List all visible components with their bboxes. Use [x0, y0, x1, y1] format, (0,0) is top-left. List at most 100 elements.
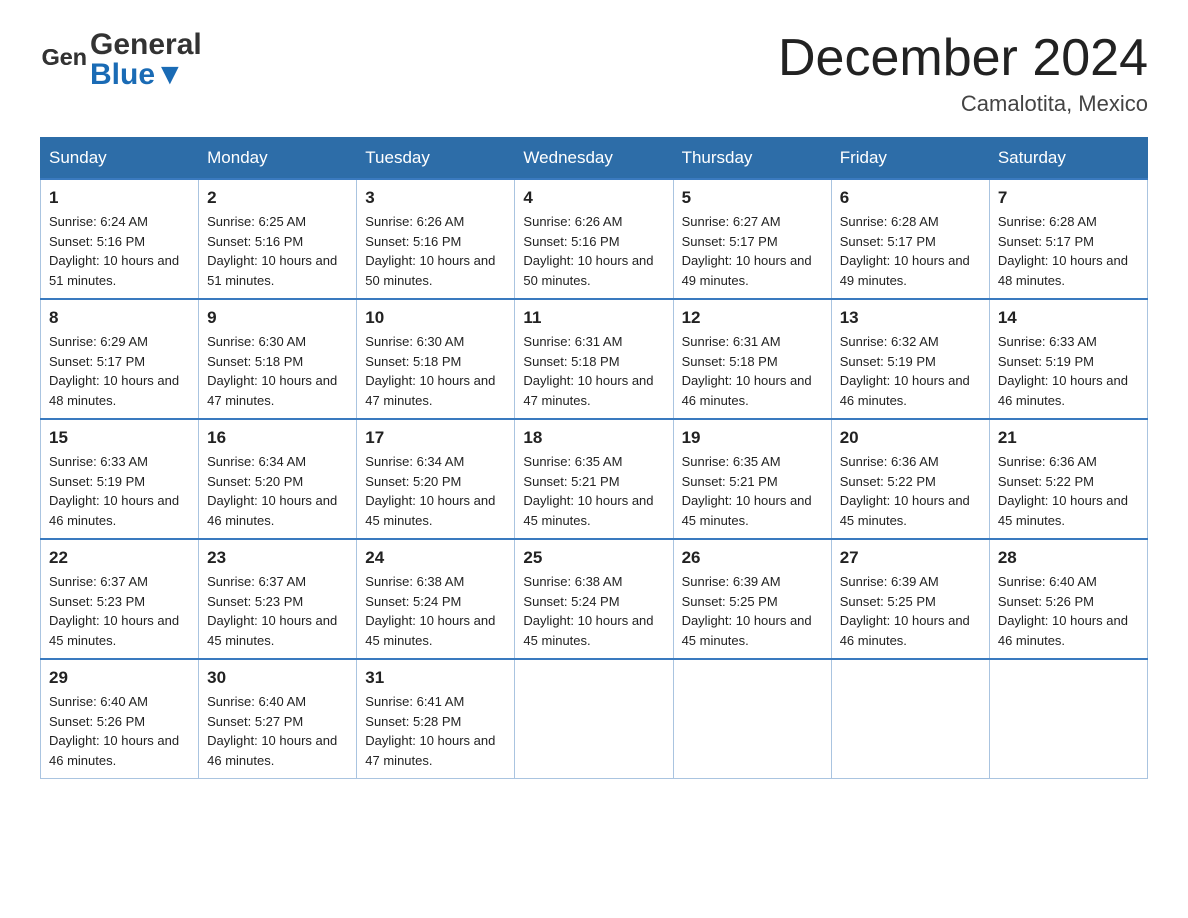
day-number: 31 — [365, 668, 506, 688]
calendar-cell: 9 Sunrise: 6:30 AMSunset: 5:18 PMDayligh… — [199, 299, 357, 419]
calendar-cell — [989, 659, 1147, 779]
day-number: 29 — [49, 668, 190, 688]
calendar-header-row: SundayMondayTuesdayWednesdayThursdayFrid… — [41, 138, 1148, 180]
day-number: 28 — [998, 548, 1139, 568]
day-info: Sunrise: 6:30 AMSunset: 5:18 PMDaylight:… — [365, 334, 495, 408]
day-number: 25 — [523, 548, 664, 568]
calendar-cell: 21 Sunrise: 6:36 AMSunset: 5:22 PMDaylig… — [989, 419, 1147, 539]
page-header: Gen Gen General Blue▼ December 2024 Cama… — [40, 30, 1148, 117]
day-number: 16 — [207, 428, 348, 448]
calendar-cell: 16 Sunrise: 6:34 AMSunset: 5:20 PMDaylig… — [199, 419, 357, 539]
calendar-cell: 23 Sunrise: 6:37 AMSunset: 5:23 PMDaylig… — [199, 539, 357, 659]
day-of-week-thursday: Thursday — [673, 138, 831, 180]
day-info: Sunrise: 6:28 AMSunset: 5:17 PMDaylight:… — [998, 214, 1128, 288]
day-info: Sunrise: 6:36 AMSunset: 5:22 PMDaylight:… — [998, 454, 1128, 528]
day-info: Sunrise: 6:35 AMSunset: 5:21 PMDaylight:… — [682, 454, 812, 528]
day-number: 10 — [365, 308, 506, 328]
calendar-cell: 26 Sunrise: 6:39 AMSunset: 5:25 PMDaylig… — [673, 539, 831, 659]
day-info: Sunrise: 6:33 AMSunset: 5:19 PMDaylight:… — [49, 454, 179, 528]
calendar-cell: 4 Sunrise: 6:26 AMSunset: 5:16 PMDayligh… — [515, 179, 673, 299]
day-info: Sunrise: 6:40 AMSunset: 5:27 PMDaylight:… — [207, 694, 337, 768]
calendar-cell: 28 Sunrise: 6:40 AMSunset: 5:26 PMDaylig… — [989, 539, 1147, 659]
logo-blue-text: Blue▼ — [90, 60, 202, 90]
calendar-cell: 12 Sunrise: 6:31 AMSunset: 5:18 PMDaylig… — [673, 299, 831, 419]
svg-text:Gen: Gen — [42, 44, 87, 70]
day-info: Sunrise: 6:25 AMSunset: 5:16 PMDaylight:… — [207, 214, 337, 288]
logo-icon: Gen Gen — [40, 35, 90, 85]
day-number: 2 — [207, 188, 348, 208]
calendar-cell: 17 Sunrise: 6:34 AMSunset: 5:20 PMDaylig… — [357, 419, 515, 539]
calendar-cell: 2 Sunrise: 6:25 AMSunset: 5:16 PMDayligh… — [199, 179, 357, 299]
calendar-cell: 19 Sunrise: 6:35 AMSunset: 5:21 PMDaylig… — [673, 419, 831, 539]
calendar-cell: 13 Sunrise: 6:32 AMSunset: 5:19 PMDaylig… — [831, 299, 989, 419]
day-number: 17 — [365, 428, 506, 448]
day-number: 15 — [49, 428, 190, 448]
day-info: Sunrise: 6:32 AMSunset: 5:19 PMDaylight:… — [840, 334, 970, 408]
day-info: Sunrise: 6:38 AMSunset: 5:24 PMDaylight:… — [523, 574, 653, 648]
calendar-cell: 31 Sunrise: 6:41 AMSunset: 5:28 PMDaylig… — [357, 659, 515, 779]
day-info: Sunrise: 6:40 AMSunset: 5:26 PMDaylight:… — [49, 694, 179, 768]
day-number: 1 — [49, 188, 190, 208]
day-number: 3 — [365, 188, 506, 208]
logo-name: General Blue▼ — [90, 30, 202, 90]
day-info: Sunrise: 6:24 AMSunset: 5:16 PMDaylight:… — [49, 214, 179, 288]
calendar-title: December 2024 — [778, 30, 1148, 87]
day-of-week-wednesday: Wednesday — [515, 138, 673, 180]
day-info: Sunrise: 6:28 AMSunset: 5:17 PMDaylight:… — [840, 214, 970, 288]
calendar-cell: 1 Sunrise: 6:24 AMSunset: 5:16 PMDayligh… — [41, 179, 199, 299]
calendar-cell: 25 Sunrise: 6:38 AMSunset: 5:24 PMDaylig… — [515, 539, 673, 659]
day-info: Sunrise: 6:34 AMSunset: 5:20 PMDaylight:… — [365, 454, 495, 528]
day-number: 6 — [840, 188, 981, 208]
calendar-cell: 18 Sunrise: 6:35 AMSunset: 5:21 PMDaylig… — [515, 419, 673, 539]
calendar-week-row: 8 Sunrise: 6:29 AMSunset: 5:17 PMDayligh… — [41, 299, 1148, 419]
day-info: Sunrise: 6:41 AMSunset: 5:28 PMDaylight:… — [365, 694, 495, 768]
day-info: Sunrise: 6:30 AMSunset: 5:18 PMDaylight:… — [207, 334, 337, 408]
calendar-cell: 30 Sunrise: 6:40 AMSunset: 5:27 PMDaylig… — [199, 659, 357, 779]
day-info: Sunrise: 6:36 AMSunset: 5:22 PMDaylight:… — [840, 454, 970, 528]
day-info: Sunrise: 6:38 AMSunset: 5:24 PMDaylight:… — [365, 574, 495, 648]
day-of-week-saturday: Saturday — [989, 138, 1147, 180]
day-number: 23 — [207, 548, 348, 568]
calendar-week-row: 29 Sunrise: 6:40 AMSunset: 5:26 PMDaylig… — [41, 659, 1148, 779]
day-number: 13 — [840, 308, 981, 328]
calendar-week-row: 22 Sunrise: 6:37 AMSunset: 5:23 PMDaylig… — [41, 539, 1148, 659]
day-number: 22 — [49, 548, 190, 568]
day-info: Sunrise: 6:31 AMSunset: 5:18 PMDaylight:… — [523, 334, 653, 408]
calendar-cell — [515, 659, 673, 779]
day-info: Sunrise: 6:29 AMSunset: 5:17 PMDaylight:… — [49, 334, 179, 408]
calendar-cell: 20 Sunrise: 6:36 AMSunset: 5:22 PMDaylig… — [831, 419, 989, 539]
day-info: Sunrise: 6:39 AMSunset: 5:25 PMDaylight:… — [840, 574, 970, 648]
day-number: 9 — [207, 308, 348, 328]
day-number: 30 — [207, 668, 348, 688]
day-info: Sunrise: 6:26 AMSunset: 5:16 PMDaylight:… — [365, 214, 495, 288]
day-number: 18 — [523, 428, 664, 448]
day-info: Sunrise: 6:27 AMSunset: 5:17 PMDaylight:… — [682, 214, 812, 288]
day-number: 21 — [998, 428, 1139, 448]
calendar-cell: 10 Sunrise: 6:30 AMSunset: 5:18 PMDaylig… — [357, 299, 515, 419]
day-number: 12 — [682, 308, 823, 328]
day-number: 5 — [682, 188, 823, 208]
calendar-week-row: 1 Sunrise: 6:24 AMSunset: 5:16 PMDayligh… — [41, 179, 1148, 299]
logo: Gen Gen General Blue▼ — [40, 30, 202, 90]
day-of-week-monday: Monday — [199, 138, 357, 180]
calendar-cell: 15 Sunrise: 6:33 AMSunset: 5:19 PMDaylig… — [41, 419, 199, 539]
day-info: Sunrise: 6:31 AMSunset: 5:18 PMDaylight:… — [682, 334, 812, 408]
calendar-cell: 6 Sunrise: 6:28 AMSunset: 5:17 PMDayligh… — [831, 179, 989, 299]
day-number: 14 — [998, 308, 1139, 328]
day-number: 4 — [523, 188, 664, 208]
calendar-week-row: 15 Sunrise: 6:33 AMSunset: 5:19 PMDaylig… — [41, 419, 1148, 539]
day-number: 20 — [840, 428, 981, 448]
day-info: Sunrise: 6:37 AMSunset: 5:23 PMDaylight:… — [207, 574, 337, 648]
day-of-week-tuesday: Tuesday — [357, 138, 515, 180]
day-number: 7 — [998, 188, 1139, 208]
day-of-week-sunday: Sunday — [41, 138, 199, 180]
day-number: 24 — [365, 548, 506, 568]
calendar-cell: 11 Sunrise: 6:31 AMSunset: 5:18 PMDaylig… — [515, 299, 673, 419]
calendar-cell: 5 Sunrise: 6:27 AMSunset: 5:17 PMDayligh… — [673, 179, 831, 299]
calendar-cell: 29 Sunrise: 6:40 AMSunset: 5:26 PMDaylig… — [41, 659, 199, 779]
day-number: 11 — [523, 308, 664, 328]
calendar-cell — [831, 659, 989, 779]
calendar-table: SundayMondayTuesdayWednesdayThursdayFrid… — [40, 137, 1148, 779]
calendar-cell: 3 Sunrise: 6:26 AMSunset: 5:16 PMDayligh… — [357, 179, 515, 299]
day-info: Sunrise: 6:37 AMSunset: 5:23 PMDaylight:… — [49, 574, 179, 648]
